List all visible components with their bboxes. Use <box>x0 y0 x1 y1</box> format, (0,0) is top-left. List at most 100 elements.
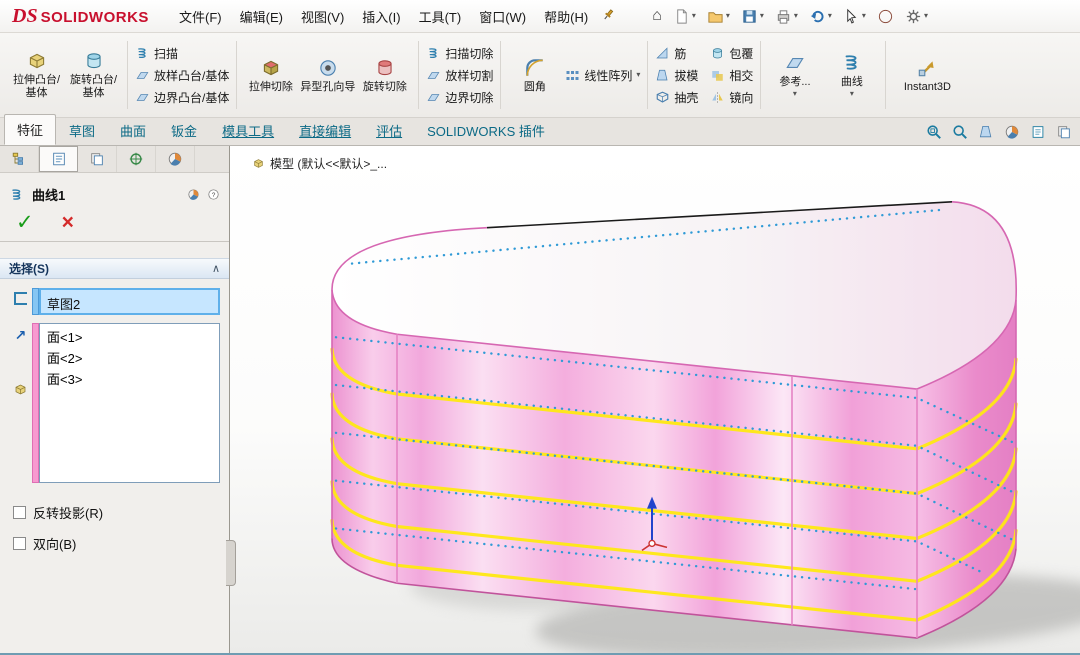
shell-button[interactable]: 抽壳 <box>653 89 700 106</box>
linear-pattern-button[interactable]: 线性阵列 ▾ <box>563 67 642 84</box>
tab-mold-tools[interactable]: 模具工具 <box>210 116 286 145</box>
graphics-area[interactable]: 模型 (默认<<默认>_... <box>230 146 1080 653</box>
save-button[interactable]: ▾ <box>741 8 764 25</box>
property-manager-tab[interactable] <box>39 146 78 172</box>
new-document-button[interactable]: ▾ <box>673 8 696 25</box>
panel-splitter-handle[interactable] <box>226 540 236 586</box>
tab-direct-editing[interactable]: 直接编辑 <box>287 116 363 145</box>
extruded-cut-icon <box>260 57 282 79</box>
selection-group-body: 草图2 ↗ 面<1> 面<2> 面<3> 反转投影 <box>0 279 229 653</box>
zoom-area-icon <box>926 124 942 140</box>
bidirectional-checkbox[interactable] <box>13 537 26 550</box>
wrap-icon <box>710 46 725 61</box>
menu-bar: DS SOLIDWORKS 文件(F) 编辑(E) 视图(V) 插入(I) 工具… <box>0 0 1080 33</box>
home-button[interactable]: ⌂ <box>652 8 662 24</box>
extruded-boss-button[interactable]: 拉伸凸台/基体 <box>8 46 65 103</box>
shell-label: 抽壳 <box>674 89 698 106</box>
reference-geometry-button[interactable]: 参考... ▾ <box>766 48 823 103</box>
help-icon[interactable] <box>207 188 220 201</box>
pin-menu-button[interactable] <box>601 7 616 25</box>
extruded-cut-button[interactable]: 拉伸切除 <box>242 53 299 98</box>
ribbon-separator <box>418 41 419 109</box>
revolved-boss-label: 旋转凸台/基体 <box>66 74 121 99</box>
menu-edit[interactable]: 编辑(E) <box>231 1 292 32</box>
tab-sheet-metal[interactable]: 钣金 <box>159 116 209 145</box>
lofted-boss-icon <box>135 68 150 83</box>
hole-wizard-button[interactable]: 异型孔向导 <box>299 53 356 98</box>
intersect-button[interactable]: 相交 <box>708 67 755 84</box>
select-button[interactable]: ▾ <box>843 8 866 25</box>
face-list-item[interactable]: 面<2> <box>40 347 219 368</box>
tab-features[interactable]: 特征 <box>4 114 56 145</box>
undo-button[interactable]: ▾ <box>809 8 832 25</box>
caret-icon: ▾ <box>924 12 928 20</box>
appearance-button[interactable] <box>877 8 894 25</box>
property-manager-icon <box>51 151 67 167</box>
menu-file[interactable]: 文件(F) <box>170 1 231 32</box>
lofted-boss-button[interactable]: 放样凸台/基体 <box>133 67 231 84</box>
curves-label: 曲线 <box>841 76 863 89</box>
instant3d-button[interactable]: Instant3D <box>891 53 963 98</box>
reverse-projection-checkbox[interactable] <box>13 506 26 519</box>
tab-evaluate[interactable]: 评估 <box>364 116 414 145</box>
mirror-label: 镜向 <box>729 89 753 106</box>
configurations-button[interactable] <box>1056 124 1072 140</box>
display-style-button[interactable] <box>1004 124 1020 140</box>
revolved-cut-button[interactable]: 旋转切除 <box>356 53 413 98</box>
menu-help[interactable]: 帮助(H) <box>535 1 597 32</box>
boundary-boss-button[interactable]: 边界凸台/基体 <box>133 89 231 106</box>
menu-insert[interactable]: 插入(I) <box>353 1 409 32</box>
zoom-area-button[interactable] <box>926 124 942 140</box>
draft-button[interactable]: 拔模 <box>653 67 700 84</box>
configuration-manager-tab[interactable] <box>78 146 117 172</box>
fillet-icon <box>524 57 546 79</box>
linear-pattern-label: 线性阵列 <box>584 67 632 84</box>
ok-button[interactable]: ✓ <box>16 212 34 233</box>
tab-surfaces[interactable]: 曲面 <box>108 116 158 145</box>
ribbon-separator <box>647 41 648 109</box>
menu-view[interactable]: 视图(V) <box>292 1 353 32</box>
section-view-button[interactable] <box>978 124 994 140</box>
tab-solidworks-addins[interactable]: SOLIDWORKS 插件 <box>415 116 557 145</box>
swept-boss-button[interactable]: 扫描 <box>133 45 180 62</box>
dimxpert-manager-tab[interactable] <box>117 146 156 172</box>
app-window: DS SOLIDWORKS 文件(F) 编辑(E) 视图(V) 插入(I) 工具… <box>0 0 1080 655</box>
swept-cut-button[interactable]: 扫描切除 <box>424 45 495 62</box>
model-tree-root[interactable]: 模型 (默认<<默认>_... <box>252 155 387 172</box>
sketch-selection-field[interactable]: 草图2 <box>39 288 220 315</box>
menu-window[interactable]: 窗口(W) <box>470 1 535 32</box>
curves-button[interactable]: 曲线 ▾ <box>823 48 880 103</box>
tab-sketch[interactable]: 草图 <box>57 116 107 145</box>
face-list-item[interactable]: 面<3> <box>40 368 219 389</box>
fillet-button[interactable]: 圆角 <box>506 53 563 98</box>
mirror-button[interactable]: 镜向 <box>708 89 755 106</box>
print-button[interactable]: ▾ <box>775 8 798 25</box>
hole-wizard-icon <box>317 57 339 79</box>
lofted-cut-button[interactable]: 放样切割 <box>424 67 495 84</box>
collapse-chevron-icon[interactable]: ∧ <box>212 262 220 275</box>
boundary-cut-icon <box>426 90 441 105</box>
wrap-button[interactable]: 包覆 <box>708 45 755 62</box>
model-viewport[interactable] <box>230 146 1080 653</box>
display-manager-tab[interactable] <box>156 146 195 172</box>
appearance-sphere-icon <box>877 8 894 25</box>
caret-icon: ▾ <box>793 90 797 98</box>
boundary-cut-button[interactable]: 边界切除 <box>424 89 495 106</box>
options-button[interactable]: ▾ <box>905 8 928 25</box>
face-list-item[interactable]: 面<1> <box>40 326 219 347</box>
feature-manager-tree-tab[interactable] <box>0 146 39 172</box>
cancel-button[interactable]: × <box>62 212 74 233</box>
menu-tools[interactable]: 工具(T) <box>410 1 471 32</box>
selection-group-header[interactable]: 选择(S) ∧ <box>0 258 229 279</box>
revolved-boss-button[interactable]: 旋转凸台/基体 <box>65 46 122 103</box>
document-sheet-button[interactable] <box>1030 124 1046 140</box>
boundary-boss-label: 边界凸台/基体 <box>154 89 229 106</box>
faces-list-box[interactable]: 面<1> 面<2> 面<3> <box>39 323 220 483</box>
pin-icon[interactable] <box>187 188 200 201</box>
rib-button[interactable]: 筋 <box>653 45 688 62</box>
document-sheet-icon <box>1030 124 1046 140</box>
configuration-manager-icon <box>89 151 105 167</box>
caret-icon: ▾ <box>850 90 854 98</box>
zoom-fit-button[interactable] <box>952 124 968 140</box>
open-button[interactable]: ▾ <box>707 8 730 25</box>
